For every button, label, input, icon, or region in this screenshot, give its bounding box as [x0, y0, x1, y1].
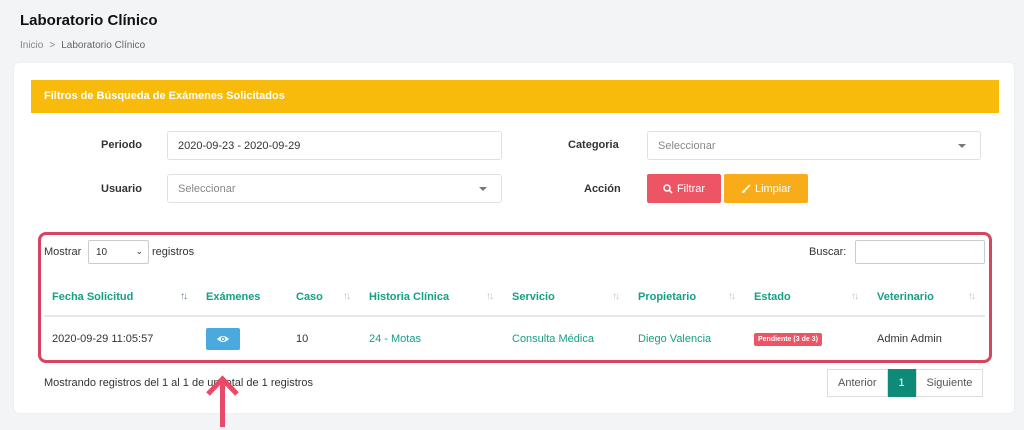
limpiar-button[interactable]: Limpiar — [724, 174, 808, 203]
status-badge: Pendiente (3 de 3) — [754, 333, 822, 346]
table-info: Mostrando registros del 1 al 1 de un tot… — [44, 377, 314, 389]
periodo-value: 2020-09-23 - 2020-09-29 — [178, 139, 301, 152]
accion-label: Acción — [584, 183, 621, 195]
chevron-down-icon: ⌄ — [135, 246, 143, 256]
col-historia-clinica[interactable]: Historia Clínica — [369, 291, 449, 303]
table-header-divider — [44, 315, 985, 317]
periodo-label: Periodo — [101, 139, 142, 151]
page-length-select[interactable]: 10 ⌄ — [88, 240, 149, 264]
usuario-label: Usuario — [101, 183, 142, 195]
categoria-placeholder: Seleccionar — [658, 139, 716, 152]
breadcrumb-current: Laboratorio Clínico — [61, 40, 146, 51]
cell-propietario-link[interactable]: Diego Valencia — [638, 333, 711, 345]
col-fecha-solicitud[interactable]: Fecha Solicitud — [52, 291, 133, 303]
brush-icon — [741, 183, 751, 193]
cell-caso: 10 — [296, 333, 309, 345]
categoria-label: Categoria — [568, 139, 619, 151]
usuario-placeholder: Seleccionar — [178, 182, 236, 195]
sort-icon[interactable]: ↑↓ — [851, 291, 859, 302]
col-estado[interactable]: Estado — [754, 291, 791, 303]
sort-icon[interactable]: ↑↓ — [486, 291, 494, 302]
caret-down-icon — [479, 187, 487, 191]
cell-fecha: 2020-09-29 11:05:57 — [52, 333, 154, 345]
pagination: Anterior 1 Siguiente — [827, 369, 984, 397]
col-veterinario[interactable]: Veterinario — [877, 291, 934, 303]
pagination-next[interactable]: Siguiente — [915, 369, 984, 397]
search-label: Buscar: — [809, 246, 847, 258]
categoria-select[interactable]: Seleccionar — [647, 131, 981, 160]
search-input[interactable] — [855, 240, 985, 264]
sort-icon[interactable]: ↑↓ — [612, 291, 620, 302]
pagination-prev[interactable]: Anterior — [827, 369, 888, 397]
filter-header: Filtros de Búsqueda de Exámenes Solicita… — [31, 80, 999, 113]
usuario-select[interactable]: Seleccionar — [167, 174, 502, 203]
sort-icon[interactable]: ↑↓ — [728, 291, 736, 302]
breadcrumb-home[interactable]: Inicio — [20, 40, 43, 51]
cell-veterinario: Admin Admin — [877, 333, 942, 345]
caret-down-icon — [958, 144, 966, 148]
col-caso[interactable]: Caso — [296, 291, 323, 303]
sort-icon[interactable]: ↑↓ — [968, 291, 976, 302]
breadcrumb-separator: > — [49, 40, 56, 51]
search-icon — [663, 183, 673, 194]
page-length-value: 10 — [96, 246, 108, 258]
show-prefix: Mostrar — [44, 246, 82, 258]
periodo-field[interactable]: 2020-09-23 - 2020-09-29 — [167, 131, 502, 160]
sort-icon[interactable]: ↑↓ — [180, 291, 188, 302]
view-exams-button[interactable] — [206, 328, 240, 350]
filtrar-button[interactable]: Filtrar — [647, 174, 721, 203]
col-examenes: Exámenes — [206, 291, 261, 303]
filtrar-label: Filtrar — [676, 182, 706, 195]
arrow-up-icon — [206, 375, 239, 427]
cell-historia-link[interactable]: 24 - Motas — [369, 333, 421, 345]
show-suffix: registros — [152, 246, 195, 258]
page-title: Laboratorio Clínico — [20, 12, 158, 29]
sort-icon[interactable]: ↑↓ — [343, 291, 351, 302]
pagination-page-1[interactable]: 1 — [887, 369, 916, 397]
limpiar-label: Limpiar — [754, 182, 792, 195]
col-servicio[interactable]: Servicio — [512, 291, 555, 303]
col-propietario[interactable]: Propietario — [638, 291, 696, 303]
eye-icon — [217, 336, 229, 342]
breadcrumb: Inicio > Laboratorio Clínico — [20, 40, 145, 51]
cell-servicio-link[interactable]: Consulta Médica — [512, 333, 594, 345]
